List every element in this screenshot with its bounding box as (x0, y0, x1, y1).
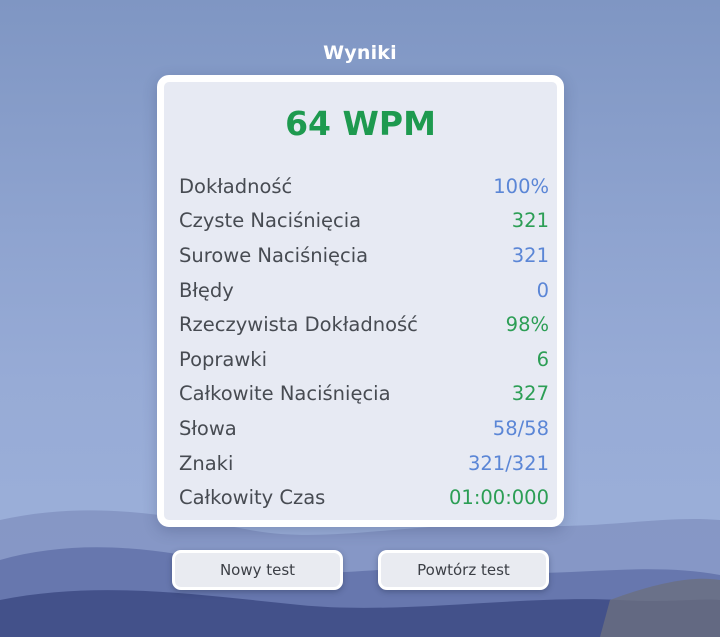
stat-label: Znaki (179, 451, 234, 475)
stat-row-words: Słowa 58/58 (179, 411, 549, 446)
stat-label: Błędy (179, 278, 234, 302)
stat-row-real-accuracy: Rzeczywista Dokładność 98% (179, 307, 549, 342)
stat-row-accuracy: Dokładność 100% (179, 169, 549, 204)
stat-label: Całkowity Czas (179, 486, 326, 510)
stat-label: Dokładność (179, 174, 293, 198)
stat-value: 6 (536, 347, 549, 371)
stat-value: 321/321 (467, 451, 549, 475)
results-title: Wyniki (323, 42, 397, 64)
stat-label: Całkowite Naciśnięcia (179, 382, 391, 406)
stat-row-chars: Znaki 321/321 (179, 446, 549, 481)
stats-list: Dokładność 100% Czyste Naciśnięcia 321 S… (179, 169, 549, 515)
stat-row-clean-keystrokes: Czyste Naciśnięcia 321 (179, 204, 549, 239)
results-card: 64 WPM Dokładność 100% Czyste Naciśnięci… (157, 75, 564, 527)
stat-row-total-time: Całkowity Czas 01:00:000 (179, 480, 549, 515)
stat-label: Surowe Naciśnięcia (179, 243, 369, 267)
stat-value: 100% (493, 174, 549, 198)
stat-value: 98% (505, 313, 549, 337)
stat-value: 0 (536, 278, 549, 302)
stat-label: Słowa (179, 416, 237, 440)
stat-row-errors: Błędy 0 (179, 273, 549, 308)
stat-value: 58/58 (492, 416, 549, 440)
stat-value: 327 (511, 382, 549, 406)
wpm-score: 64 WPM (285, 104, 436, 143)
stat-value: 321 (511, 243, 549, 267)
stat-row-raw-keystrokes: Surowe Naciśnięcia 321 (179, 238, 549, 273)
stat-row-total-keystrokes: Całkowite Naciśnięcia 327 (179, 377, 549, 412)
new-test-button[interactable]: Nowy test (172, 550, 343, 590)
stat-label: Poprawki (179, 347, 267, 371)
stat-label: Czyste Naciśnięcia (179, 209, 362, 233)
stat-value: 321 (511, 209, 549, 233)
retry-test-button[interactable]: Powtórz test (378, 550, 549, 590)
stat-label: Rzeczywista Dokładność (179, 313, 418, 337)
stat-value: 01:00:000 (449, 486, 549, 510)
stat-row-corrections: Poprawki 6 (179, 342, 549, 377)
